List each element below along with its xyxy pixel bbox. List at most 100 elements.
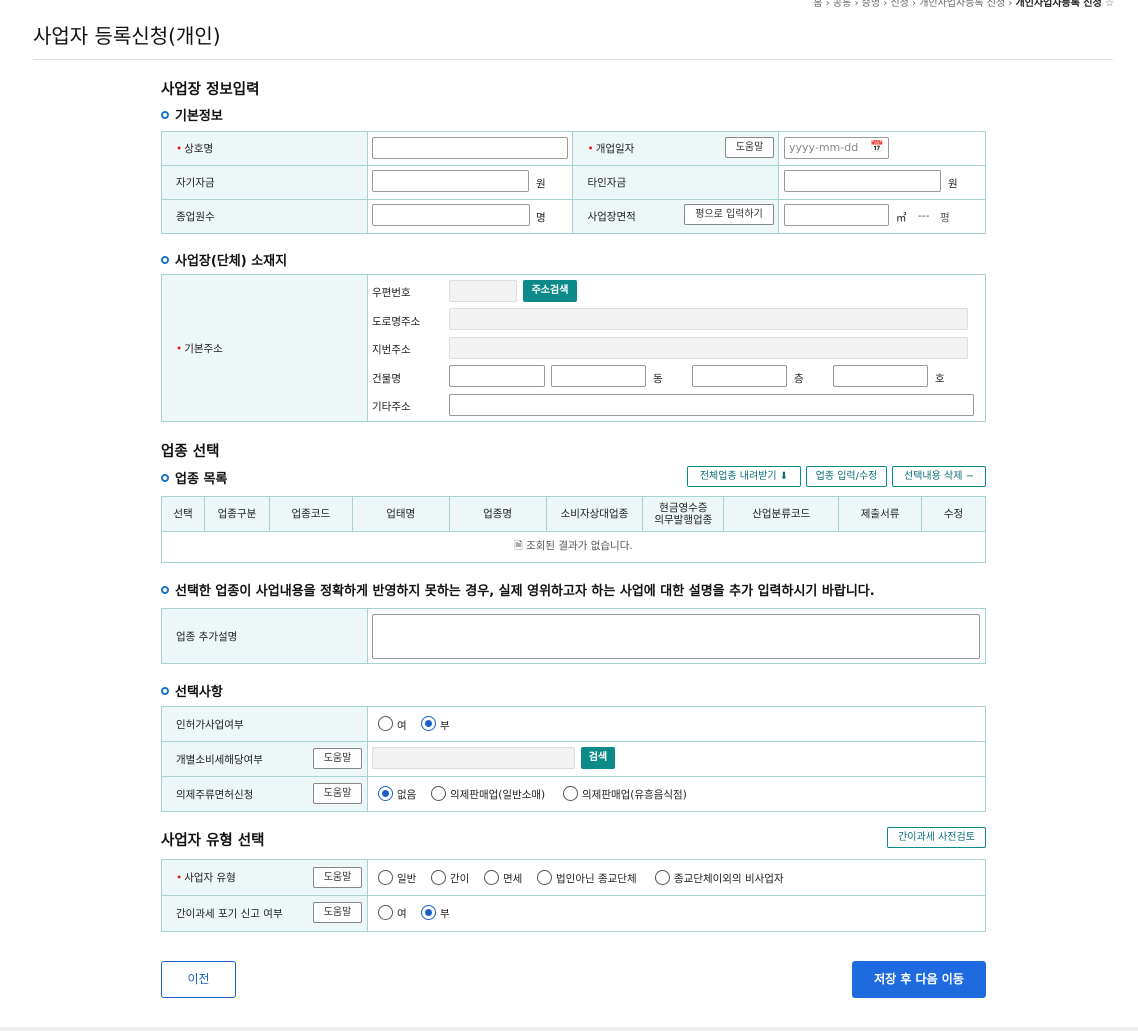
floor-input[interactable] (692, 365, 787, 387)
license-label: 인허가사업여부 (176, 718, 244, 731)
type-religious-label[interactable]: 법인아닌 종교단체 (556, 871, 637, 886)
calendar-icon[interactable]: 📅 (870, 140, 884, 153)
type-nonbusiness-label[interactable]: 종교단체이외의 비사업자 (674, 871, 784, 886)
dong-input[interactable] (551, 365, 646, 387)
type-religious-radio[interactable] (537, 870, 552, 885)
star-icon[interactable]: ☆ (1105, 0, 1114, 9)
download-all-label: 전체업종 내려받기 (699, 471, 777, 482)
extra-desc-label: 업종 추가설명 (176, 630, 238, 643)
footer-divider (0, 1027, 1138, 1031)
bullet-icon (161, 686, 169, 695)
extra-desc-notice-text: 선택한 업종이 사업내용을 정확하게 반영하지 못하는 경우, 실제 영위하고자… (175, 584, 875, 599)
breadcrumb-apply[interactable]: 신청 (890, 0, 908, 9)
other-capital-unit: 원 (948, 178, 958, 190)
area-input[interactable] (784, 204, 889, 226)
liquor-help-button[interactable]: 도움말 (313, 783, 362, 804)
trade-name-label: 상호명 (184, 143, 214, 155)
save-next-button[interactable]: 저장 후 다음 이동 (852, 961, 986, 998)
type-simplified-label[interactable]: 간이 (450, 871, 469, 886)
location-heading: 사업장(단체) 소재지 (161, 250, 287, 269)
prev-button[interactable]: 이전 (161, 961, 236, 998)
col-industry-code: 업종코드 (268, 496, 353, 532)
business-type-label: 사업자 유형 (184, 872, 236, 884)
col-documents: 제출서류 (838, 496, 923, 532)
building-label: 건물명 (372, 373, 401, 385)
col-cash-receipt: 현금영수증 의무발행업종 (642, 496, 725, 532)
ho-input[interactable] (833, 365, 928, 387)
trade-name-input[interactable] (372, 137, 568, 159)
bullet-icon (161, 473, 169, 482)
dong-unit: 동 (653, 373, 663, 385)
open-date-label: 개업일자 (595, 143, 635, 155)
type-general-label[interactable]: 일반 (397, 871, 416, 886)
business-type-help-button[interactable]: 도움말 (313, 867, 362, 888)
type-general-radio[interactable] (378, 870, 393, 885)
liquor-none-label[interactable]: 없음 (397, 787, 416, 802)
col-consumer-facing: 소비자상대업종 (545, 496, 644, 532)
license-yes-radio[interactable] (378, 716, 393, 731)
liquor-none-radio[interactable] (378, 786, 393, 801)
ho-unit: 호 (935, 373, 945, 385)
waiver-yes-radio[interactable] (378, 905, 393, 920)
empty-message: 조회된 결과가 없습니다. (526, 540, 633, 552)
delete-selected-label: 선택내용 삭제 (904, 471, 963, 482)
delete-selected-button[interactable]: 선택내용 삭제 − (892, 466, 986, 487)
other-capital-label: 타인자금 (587, 177, 627, 189)
breadcrumb-business-reg[interactable]: 개인사업자등록 신청 (919, 0, 1005, 9)
extra-desc-notice: 선택한 업종이 사업내용을 정확하게 반영하지 못하는 경우, 실제 영위하고자… (161, 580, 875, 599)
industry-grid: 선택 업종구분 업종코드 업태명 업종명 소비자상대업종 현금영수증 의무발행업… (161, 496, 986, 563)
employees-input[interactable] (372, 204, 530, 226)
excise-help-button[interactable]: 도움말 (313, 748, 362, 769)
excise-input (372, 747, 575, 769)
type-exempt-radio[interactable] (484, 870, 499, 885)
waiver-no-radio[interactable] (421, 905, 436, 920)
breadcrumb-home[interactable]: 홈 (813, 0, 822, 9)
own-capital-label-cell: 자기자금 (161, 165, 368, 200)
own-capital-input[interactable] (372, 170, 529, 192)
type-exempt-label[interactable]: 면세 (503, 871, 522, 886)
open-date-help-button[interactable]: 도움말 (725, 137, 774, 158)
liquor-retail-label[interactable]: 의제판매업(일반소매) (450, 787, 545, 802)
empty-row: 🗎 조회된 결과가 없습니다. (161, 531, 986, 563)
open-date-input[interactable]: yyyy-mm-dd 📅 (784, 137, 889, 159)
breadcrumb-common[interactable]: 공통 (833, 0, 851, 9)
address-search-button[interactable]: 주소검색 (523, 280, 577, 302)
type-simplified-radio[interactable] (431, 870, 446, 885)
area-label: 사업장면적 (587, 211, 636, 223)
other-capital-input[interactable] (784, 170, 941, 192)
extra-desc-textarea[interactable] (372, 614, 980, 659)
industry-input-edit-button[interactable]: 업종 입력/수정 (806, 466, 887, 487)
pyeong-value: --- (918, 210, 930, 222)
license-no-label[interactable]: 부 (440, 718, 450, 733)
minus-icon: − (965, 471, 974, 482)
title-divider (33, 59, 1113, 60)
waiver-help-button[interactable]: 도움말 (313, 902, 362, 923)
pyeong-input-button[interactable]: 평으로 입력하기 (684, 204, 774, 225)
liquor-label: 의제주류면허신청 (176, 788, 254, 801)
license-no-radio[interactable] (421, 716, 436, 731)
basic-address-label: 기본주소 (184, 342, 223, 355)
business-type-table: • 사업자 유형 간이과세 포기 신고 여부 (161, 859, 987, 932)
waiver-yes-label[interactable]: 여 (397, 906, 407, 921)
col-industry-class-code: 산업분류코드 (723, 496, 840, 532)
simplified-tax-review-button[interactable]: 간이과세 사전검토 (887, 827, 986, 848)
road-address-label: 도로명주소 (372, 316, 421, 328)
pyeong-unit: 평 (940, 212, 950, 224)
waiver-no-label[interactable]: 부 (440, 906, 450, 921)
breadcrumb: 홈 › 공통 › 증명 › 신청 › 개인사업자등록 신청 › 개인사업자등록 … (813, 0, 1114, 9)
type-nonbusiness-radio[interactable] (655, 870, 670, 885)
col-select: 선택 (161, 496, 205, 532)
liquor-entertainment-label[interactable]: 의제판매업(유흥음식점) (582, 787, 687, 802)
lot-address-input (449, 337, 968, 359)
download-all-industries-button[interactable]: 전체업종 내려받기 ⬇ (687, 466, 801, 487)
sqm-unit: ㎡ (896, 212, 907, 224)
breadcrumb-certificate[interactable]: 증명 (862, 0, 880, 9)
other-address-input[interactable] (449, 394, 974, 416)
breadcrumb-current: 개인사업자등록 신청 (1015, 0, 1102, 9)
liquor-entertainment-radio[interactable] (563, 786, 578, 801)
employees-unit: 명 (536, 212, 546, 224)
license-yes-label[interactable]: 여 (397, 718, 407, 733)
liquor-retail-radio[interactable] (431, 786, 446, 801)
excise-search-button[interactable]: 검색 (581, 747, 615, 769)
building-name-input[interactable] (449, 365, 545, 387)
